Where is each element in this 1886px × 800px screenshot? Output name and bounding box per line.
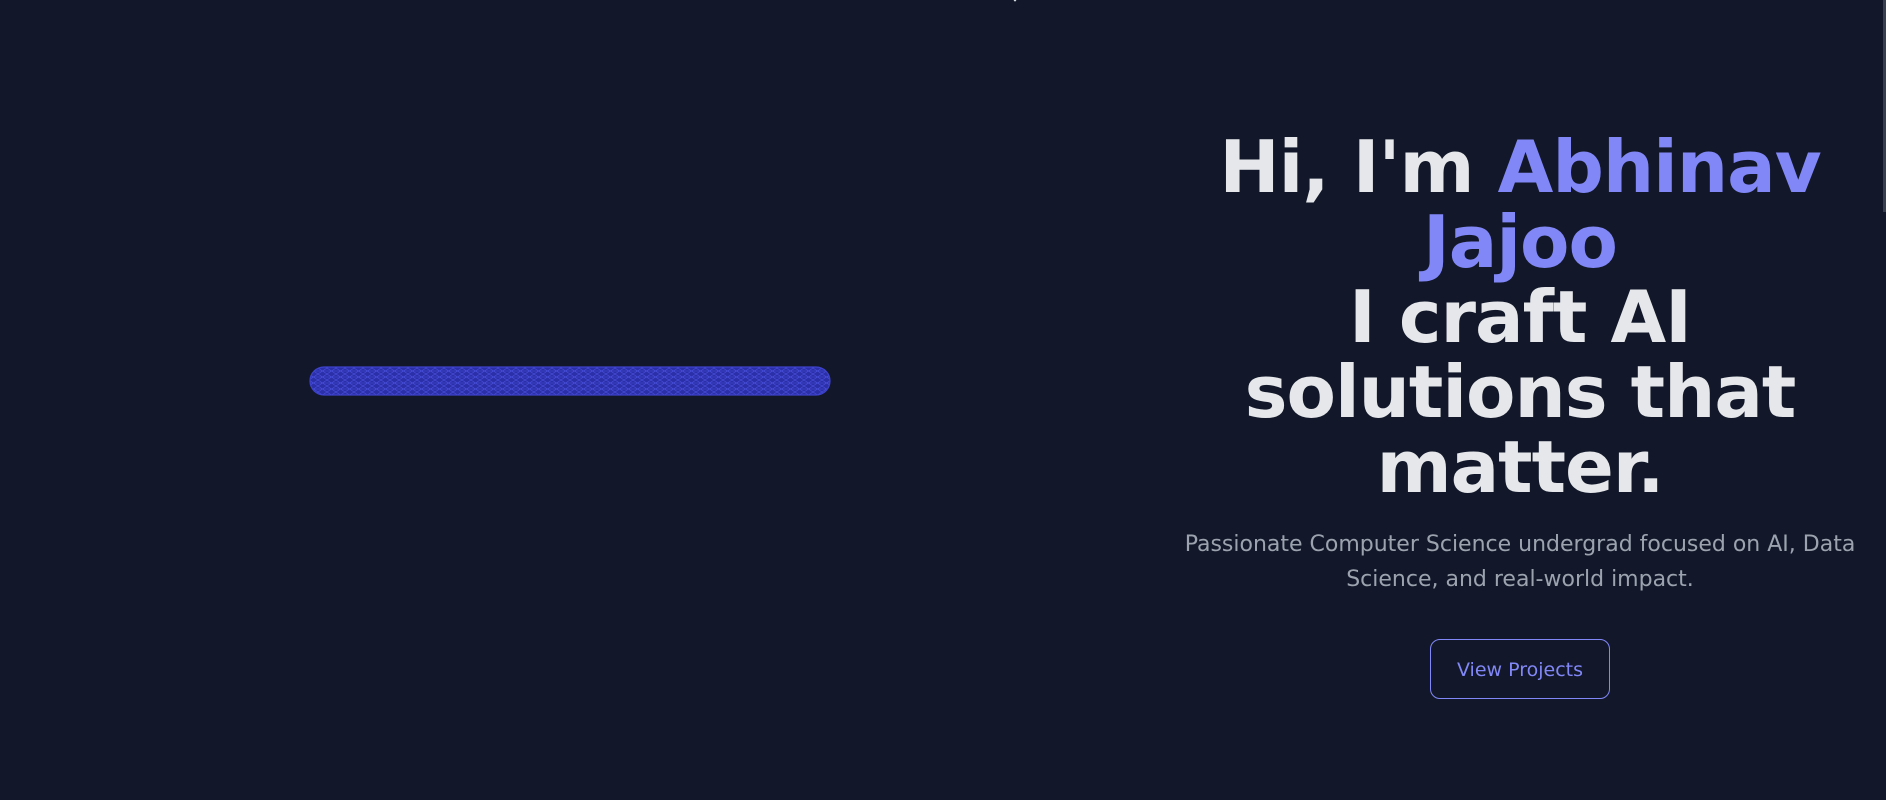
hero-title: Hi, I'm Abhinav Jajoo I craft AI solutio… (1160, 130, 1880, 505)
hero-section: Hi, I'm Abhinav Jajoo I craft AI solutio… (1160, 130, 1880, 699)
nav-fragment (1013, 0, 1017, 2)
hero-greeting: Hi, I'm (1219, 125, 1474, 209)
hero-tagline: I craft AI solutions that matter. (1244, 275, 1797, 509)
wireframe-torus-icon (309, 366, 831, 396)
hero-page: Hi, I'm Abhinav Jajoo I craft AI solutio… (0, 0, 1886, 800)
view-projects-button[interactable]: View Projects (1429, 639, 1611, 699)
hero-description: Passionate Computer Science undergrad fo… (1184, 532, 1856, 592)
hero-name: Abhinav Jajoo (1423, 125, 1822, 284)
